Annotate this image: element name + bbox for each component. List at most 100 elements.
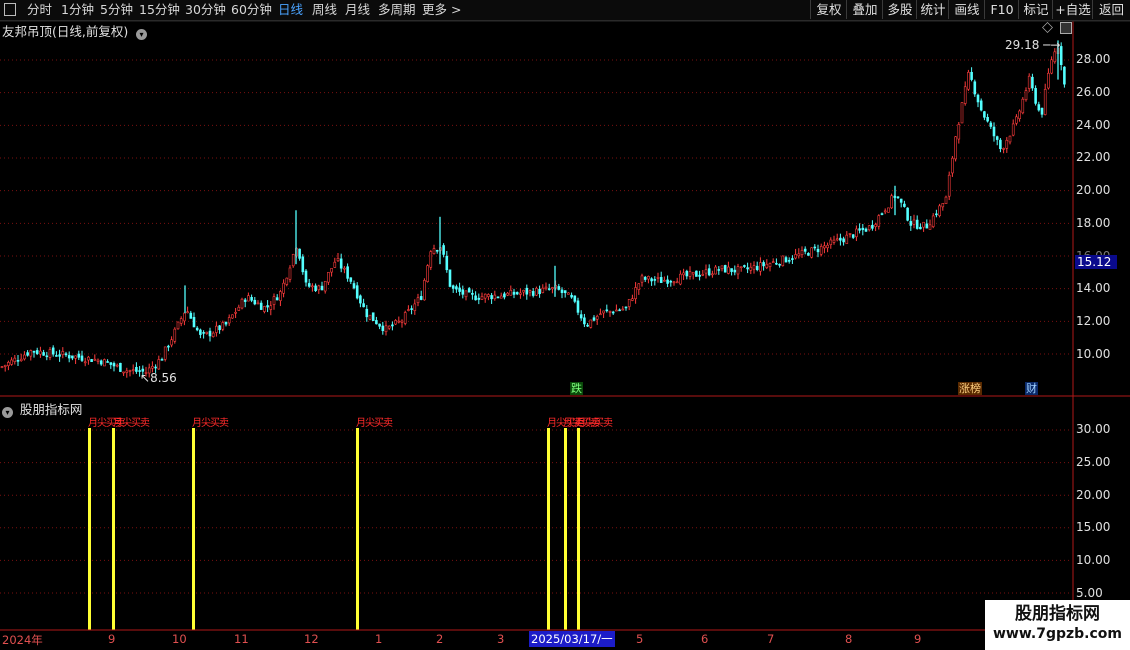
candle-body — [1002, 148, 1005, 150]
candle-body — [218, 325, 221, 331]
candle-body — [823, 245, 826, 249]
candle-body — [365, 308, 369, 318]
candle-body — [781, 255, 785, 267]
candle-body — [771, 261, 775, 263]
candle-body — [928, 224, 932, 230]
event-tag-limit-board[interactable]: 涨榜 — [958, 382, 982, 395]
candle-body — [272, 296, 276, 305]
candle-body — [282, 282, 285, 294]
candle-body — [445, 255, 449, 271]
candle-body — [618, 309, 621, 312]
candle-body — [627, 298, 631, 307]
indicator-tick: 30.00 — [1076, 422, 1111, 436]
candle-body — [122, 371, 125, 374]
signal-bar — [88, 428, 91, 630]
event-tag-down[interactable]: 跌 — [570, 382, 583, 395]
candle-body — [160, 359, 164, 361]
candle-body — [999, 139, 1002, 149]
candle-body — [259, 302, 263, 310]
candle-body — [720, 265, 724, 270]
candle-body — [874, 224, 877, 227]
candle-body — [973, 81, 977, 95]
candle-body — [285, 277, 289, 285]
chevron-down-icon[interactable]: ▾ — [2, 407, 13, 418]
candle-body — [592, 317, 596, 321]
candle-body — [675, 281, 679, 284]
candle-body — [247, 295, 250, 302]
kline-chart[interactable] — [0, 0, 1130, 650]
candle-body — [183, 312, 186, 322]
indicator-panel-title: 股朋指标网 — [19, 402, 83, 417]
candle-body — [407, 309, 410, 311]
candle-body — [599, 313, 602, 316]
candle-body — [112, 363, 116, 367]
xaxis-cursor-date: 2025/03/17/一 — [529, 631, 615, 647]
candle-body — [935, 213, 938, 216]
candle-body — [871, 224, 874, 229]
candle-body — [0, 366, 4, 368]
candle-body — [256, 302, 260, 305]
candle-body — [656, 277, 660, 279]
candle-body — [343, 267, 346, 270]
candle-body — [583, 317, 586, 325]
candle-body — [19, 358, 23, 362]
candle-body — [730, 268, 733, 272]
candle-body — [480, 296, 484, 300]
candle-body — [240, 298, 244, 309]
price-tick: 18.00 — [1076, 216, 1111, 230]
candle-body — [1018, 110, 1021, 119]
candle-body — [96, 359, 100, 362]
candle-body — [714, 266, 717, 275]
candle-body — [231, 314, 234, 319]
candle-body — [381, 325, 385, 332]
candle-body — [32, 350, 36, 353]
event-tag-finance[interactable]: 财 — [1025, 382, 1038, 395]
candle-body — [947, 174, 951, 197]
candle-body — [963, 86, 967, 104]
signal-label: 月尖买卖 — [192, 418, 229, 429]
candle-body — [544, 286, 548, 289]
candle-body — [157, 359, 161, 370]
candle-body — [541, 287, 545, 293]
candle-body — [394, 320, 397, 325]
candle-body — [650, 278, 653, 282]
candle-body — [643, 276, 647, 280]
candle-body — [202, 332, 205, 334]
candle-body — [1037, 104, 1041, 111]
high-price-label: 29.18 ─→ — [1005, 38, 1061, 52]
current-price-label: 15.12 — [1075, 255, 1117, 269]
candle-body — [7, 362, 10, 366]
candle-body — [509, 289, 513, 296]
candle-body — [71, 355, 74, 359]
candle-body — [250, 297, 253, 301]
candle-body — [375, 320, 378, 325]
candle-body — [954, 136, 957, 160]
candle-body — [855, 228, 858, 238]
candle-body — [519, 292, 522, 295]
candle-body — [1031, 76, 1034, 89]
candle-body — [903, 203, 906, 207]
candle-body — [125, 370, 129, 373]
candle-body — [717, 269, 721, 271]
candle-body — [755, 265, 759, 271]
candle-body — [634, 287, 637, 300]
candle-body — [919, 226, 922, 230]
candle-body — [67, 355, 71, 359]
candle-body — [944, 196, 948, 204]
candle-body — [829, 239, 833, 245]
candle-body — [176, 321, 180, 330]
candle-body — [323, 280, 327, 292]
candle-body — [906, 207, 909, 221]
candle-body — [979, 100, 983, 111]
chevron-down-icon[interactable]: ▾ — [136, 29, 148, 40]
candle-body — [567, 292, 570, 295]
panel-toggle-icon[interactable] — [1060, 22, 1072, 34]
low-price-label: ↖8.56 — [140, 371, 177, 385]
candle-body — [461, 289, 465, 295]
candle-body — [179, 318, 183, 324]
candle-body — [55, 355, 58, 357]
candle-body — [83, 361, 87, 364]
candle-body — [154, 366, 157, 369]
candle-body — [186, 311, 189, 314]
xaxis-label: 9 — [914, 632, 922, 646]
